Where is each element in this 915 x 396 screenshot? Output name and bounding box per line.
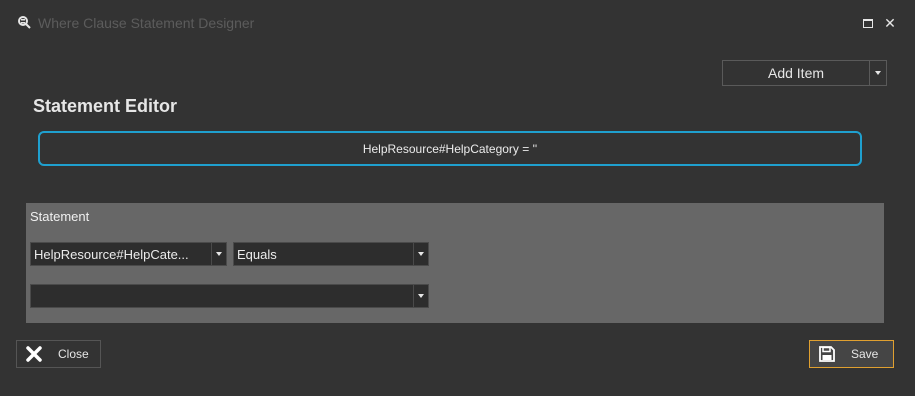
chevron-down-icon bbox=[875, 71, 881, 75]
add-item-button[interactable]: Add Item bbox=[723, 61, 869, 85]
value-select-dropdown[interactable] bbox=[413, 285, 428, 307]
chevron-down-icon bbox=[418, 252, 424, 256]
save-button-label: Save bbox=[851, 347, 879, 361]
field-select-value: HelpResource#HelpCate... bbox=[34, 246, 189, 262]
operator-select-dropdown[interactable] bbox=[413, 243, 428, 265]
maximize-icon bbox=[863, 18, 873, 28]
close-button-label: Close bbox=[58, 347, 89, 361]
add-item-dropdown-button[interactable] bbox=[869, 61, 886, 85]
section-heading: Statement Editor bbox=[33, 96, 178, 116]
close-x-icon bbox=[24, 344, 44, 364]
maximize-button[interactable] bbox=[859, 14, 877, 32]
field-select-dropdown[interactable] bbox=[211, 243, 226, 265]
search-database-icon bbox=[17, 15, 33, 31]
close-button[interactable]: Close bbox=[16, 340, 101, 368]
chevron-down-icon bbox=[418, 294, 424, 298]
statement-panel-label: Statement bbox=[30, 209, 90, 224]
statement-panel: Statement HelpResource#HelpCate... Equal… bbox=[26, 203, 884, 323]
chevron-down-icon bbox=[216, 252, 222, 256]
field-select[interactable]: HelpResource#HelpCate... bbox=[30, 242, 227, 266]
window-title: Where Clause Statement Designer bbox=[38, 15, 255, 31]
operator-select-value: Equals bbox=[237, 246, 277, 262]
value-select-value bbox=[31, 285, 413, 307]
operator-select[interactable]: Equals bbox=[233, 242, 429, 266]
window-close-button[interactable]: ✕ bbox=[881, 14, 899, 32]
close-icon: ✕ bbox=[884, 14, 896, 31]
statement-text-field[interactable]: HelpResource#HelpCategory = '' bbox=[38, 131, 862, 166]
title-bar: Where Clause Statement Designer ✕ bbox=[0, 0, 915, 46]
save-button[interactable]: Save bbox=[809, 340, 894, 368]
add-item-split-button[interactable]: Add Item bbox=[722, 60, 887, 86]
value-select[interactable] bbox=[30, 284, 429, 308]
floppy-disk-icon bbox=[817, 344, 837, 364]
